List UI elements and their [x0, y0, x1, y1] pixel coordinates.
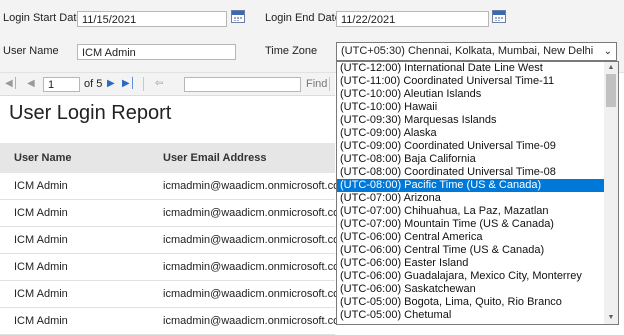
time-zone-option[interactable]: (UTC-06:00) Guadalajara, Mexico City, Mo… [337, 270, 605, 283]
cell-user-name: ICM Admin [14, 207, 68, 219]
find-input[interactable] [184, 77, 301, 92]
end-date-label: Login End Date [265, 12, 341, 24]
page-number-input[interactable]: 1 [43, 77, 80, 92]
cell-user-name: ICM Admin [14, 315, 68, 327]
table-row: ICM Admin icmadmin@waadicm.onmicrosoft.c… [0, 200, 348, 227]
calendar-icon[interactable] [231, 10, 245, 23]
scroll-up-icon[interactable]: ▲ [604, 62, 618, 74]
first-page-icon[interactable]: ◀│ [5, 73, 19, 95]
time-zone-option[interactable]: (UTC-12:00) International Date Line West [337, 62, 605, 75]
time-zone-option[interactable]: (UTC-06:00) Saskatchewan [337, 283, 605, 296]
cell-user-email: icmadmin@waadicm.onmicrosoft.com [163, 315, 349, 327]
time-zone-option[interactable]: (UTC-09:30) Marquesas Islands [337, 114, 605, 127]
time-zone-selected-value: (UTC+05:30) Chennai, Kolkata, Mumbai, Ne… [341, 45, 594, 57]
table-row: ICM Admin icmadmin@waadicm.onmicrosoft.c… [0, 173, 348, 200]
table-row: ICM Admin icmadmin@waadicm.onmicrosoft.c… [0, 254, 348, 281]
find-link[interactable]: Find [306, 78, 327, 90]
time-zone-option[interactable]: (UTC-08:00) Coordinated Universal Time-0… [337, 166, 605, 179]
start-date-input[interactable]: 11/15/2021 [77, 11, 227, 27]
time-zone-option[interactable]: (UTC-07:00) Arizona [337, 192, 605, 205]
toolbar-divider [143, 77, 144, 91]
cell-user-email: icmadmin@waadicm.onmicrosoft.com [163, 180, 349, 192]
cell-user-email: icmadmin@waadicm.onmicrosoft.com [163, 207, 349, 219]
scroll-down-icon[interactable]: ▼ [604, 312, 618, 324]
cell-user-email: icmadmin@waadicm.onmicrosoft.com [163, 261, 349, 273]
cell-user-name: ICM Admin [14, 234, 68, 246]
cell-user-name: ICM Admin [14, 180, 68, 192]
time-zone-option-selected[interactable]: (UTC-08:00) Pacific Time (US & Canada) [337, 179, 605, 192]
user-name-label: User Name [3, 45, 59, 57]
user-name-input[interactable]: ICM Admin [77, 44, 236, 60]
toolbar-divider [329, 77, 330, 91]
calendar-icon[interactable] [492, 10, 506, 23]
time-zone-option[interactable]: (UTC-07:00) Mountain Time (US & Canada) [337, 218, 605, 231]
time-zone-option[interactable]: (UTC-06:00) Central America [337, 231, 605, 244]
time-zone-option[interactable]: (UTC-09:00) Coordinated Universal Time-0… [337, 140, 605, 153]
time-zone-option[interactable]: (UTC-10:00) Hawaii [337, 101, 605, 114]
time-zone-option[interactable]: (UTC-10:00) Aleutian Islands [337, 88, 605, 101]
time-zone-option[interactable]: (UTC-06:00) Easter Island [337, 257, 605, 270]
end-date-input[interactable]: 11/22/2021 [336, 11, 489, 27]
page-count-label: of 5 [84, 78, 103, 90]
dropdown-scrollbar[interactable]: ▲ ▼ [604, 62, 618, 324]
start-date-label: Login Start Date [3, 12, 83, 24]
previous-page-icon[interactable]: ◀ [27, 73, 35, 95]
time-zone-select[interactable]: (UTC+05:30) Chennai, Kolkata, Mumbai, Ne… [336, 42, 617, 61]
last-page-icon[interactable]: ▶│ [122, 73, 136, 95]
table-row: ICM Admin icmadmin@waadicm.onmicrosoft.c… [0, 308, 348, 335]
time-zone-option[interactable]: (UTC-06:00) Central Time (US & Canada) [337, 244, 605, 257]
time-zone-option[interactable]: (UTC-11:00) Coordinated Universal Time-1… [337, 75, 605, 88]
cell-user-email: icmadmin@waadicm.onmicrosoft.com [163, 234, 349, 246]
cell-user-name: ICM Admin [14, 261, 68, 273]
column-header-user-email: User Email Address [163, 152, 267, 164]
time-zone-dropdown-list[interactable]: (UTC-12:00) International Date Line West… [336, 61, 619, 325]
cell-user-email: icmadmin@waadicm.onmicrosoft.com [163, 288, 349, 300]
time-zone-option[interactable]: (UTC-09:00) Alaska [337, 127, 605, 140]
chevron-down-icon[interactable]: ⌄ [604, 43, 612, 60]
time-zone-label: Time Zone [265, 45, 318, 57]
table-row: ICM Admin icmadmin@waadicm.onmicrosoft.c… [0, 227, 348, 254]
column-header-user-name: User Name [14, 152, 72, 164]
table-header: User Name User Email Address [0, 143, 335, 173]
report-title: User Login Report [9, 102, 172, 124]
scrollbar-thumb[interactable] [606, 74, 616, 107]
cell-user-name: ICM Admin [14, 288, 68, 300]
time-zone-option[interactable]: (UTC-08:00) Baja California [337, 153, 605, 166]
back-icon[interactable]: ⇦ [155, 73, 163, 95]
time-zone-option[interactable]: (UTC-05:00) Bogota, Lima, Quito, Rio Bra… [337, 296, 605, 309]
next-page-icon[interactable]: ▶ [107, 73, 115, 95]
time-zone-option[interactable]: (UTC-07:00) Chihuahua, La Paz, Mazatlan [337, 205, 605, 218]
table-row: ICM Admin icmadmin@waadicm.onmicrosoft.c… [0, 281, 348, 308]
time-zone-option[interactable]: (UTC-05:00) Chetumal [337, 309, 605, 322]
